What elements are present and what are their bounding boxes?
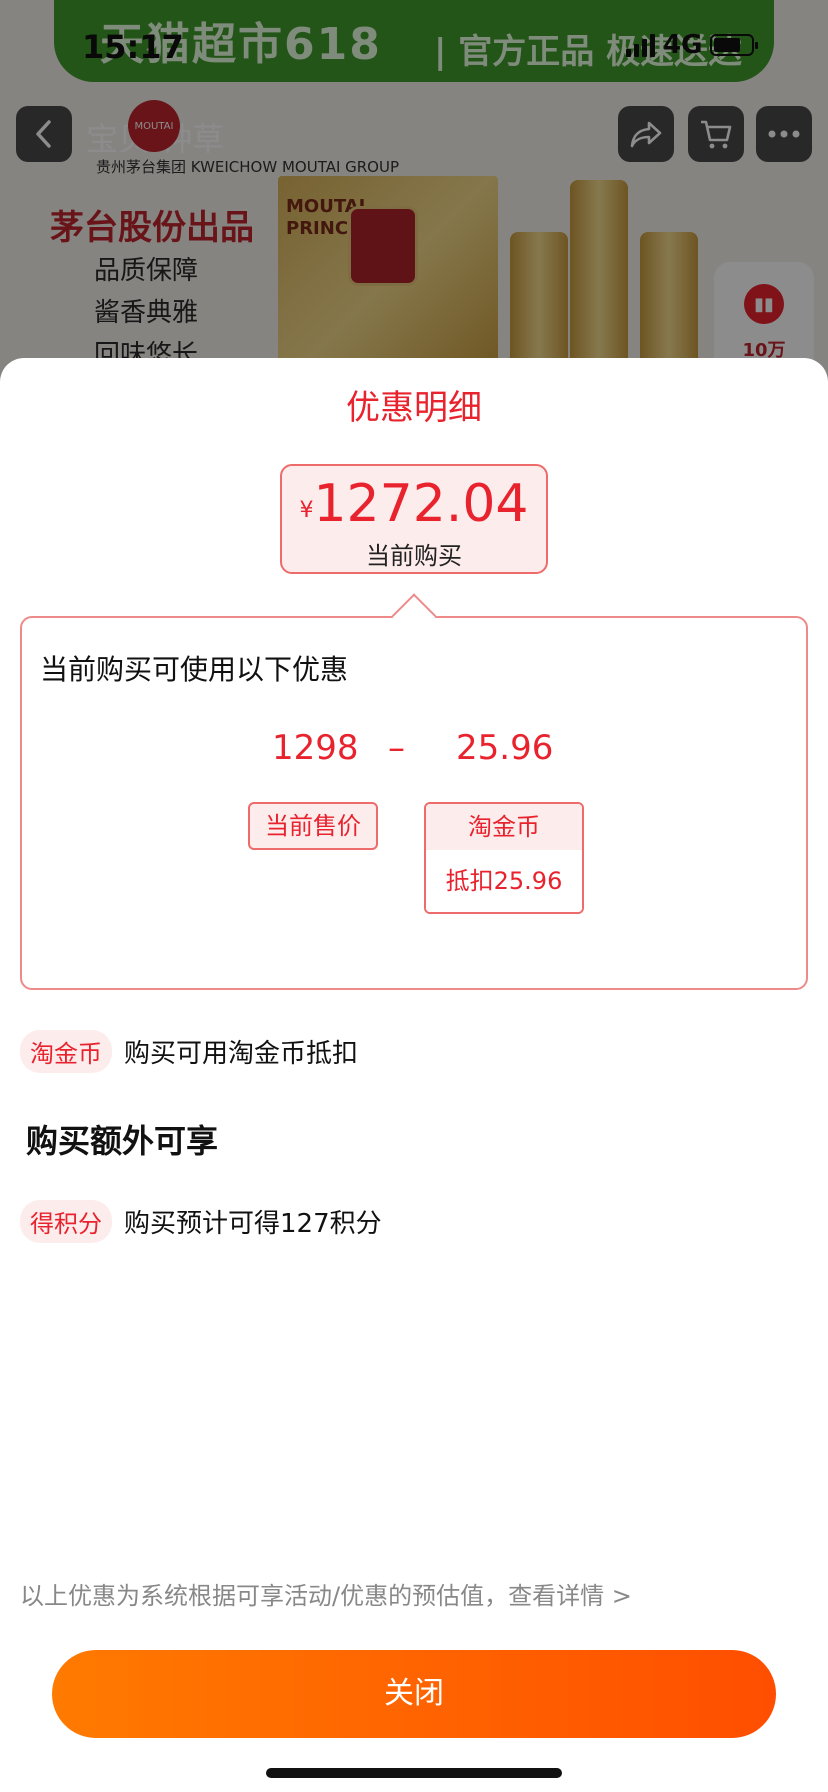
discount-breakdown-card: 当前购买可使用以下优惠 1298 – 25.96 当前售价 淘金币 抵扣25.9… [20, 616, 808, 990]
sheet-title: 优惠明细 [346, 388, 482, 428]
extra-benefits-heading: 购买额外可享 [26, 1122, 219, 1160]
coin-discount-value: 25.96 [456, 728, 554, 768]
card-pointer [392, 586, 436, 618]
coin-tag-value: 抵扣25.96 [426, 850, 582, 912]
background-product-page: 天猫超市618 | 官方正品 极速送达 15:17 4G 宝贝 种草 MOUTA… [0, 0, 828, 380]
currency-symbol: ¥ [299, 498, 314, 523]
minus-sign: – [388, 728, 405, 768]
coin-benefit-row: 淘金币 购买可用淘金币抵扣 [20, 1030, 358, 1073]
coin-benefit-text: 购买可用淘金币抵扣 [124, 1039, 359, 1069]
current-price-value: 1298 [272, 728, 359, 768]
coin-tag-title: 淘金币 [426, 804, 582, 850]
close-button[interactable]: 关闭 [52, 1650, 776, 1738]
points-badge: 得积分 [20, 1200, 112, 1243]
points-benefit-text: 购买预计可得127积分 [124, 1209, 382, 1239]
coin-discount-tag: 淘金币 抵扣25.96 [424, 802, 584, 914]
home-indicator[interactable] [266, 1768, 562, 1778]
current-price-tag: 当前售价 [248, 802, 378, 850]
card-heading: 当前购买可使用以下优惠 [40, 653, 349, 686]
final-price: 1272.04 [313, 474, 529, 534]
discount-detail-sheet: 优惠明细 ¥1272.04 当前购买 当前购买可使用以下优惠 1298 – 25… [0, 358, 828, 1792]
current-price-box: ¥1272.04 当前购买 [280, 464, 548, 574]
points-benefit-row: 得积分 购买预计可得127积分 [20, 1200, 382, 1243]
details-link[interactable]: 以上优惠为系统根据可享活动/优惠的预估值，查看详情 > [20, 1576, 632, 1611]
price-caption: 当前购买 [366, 542, 462, 570]
modal-overlay[interactable] [0, 0, 828, 380]
coin-badge: 淘金币 [20, 1030, 112, 1073]
